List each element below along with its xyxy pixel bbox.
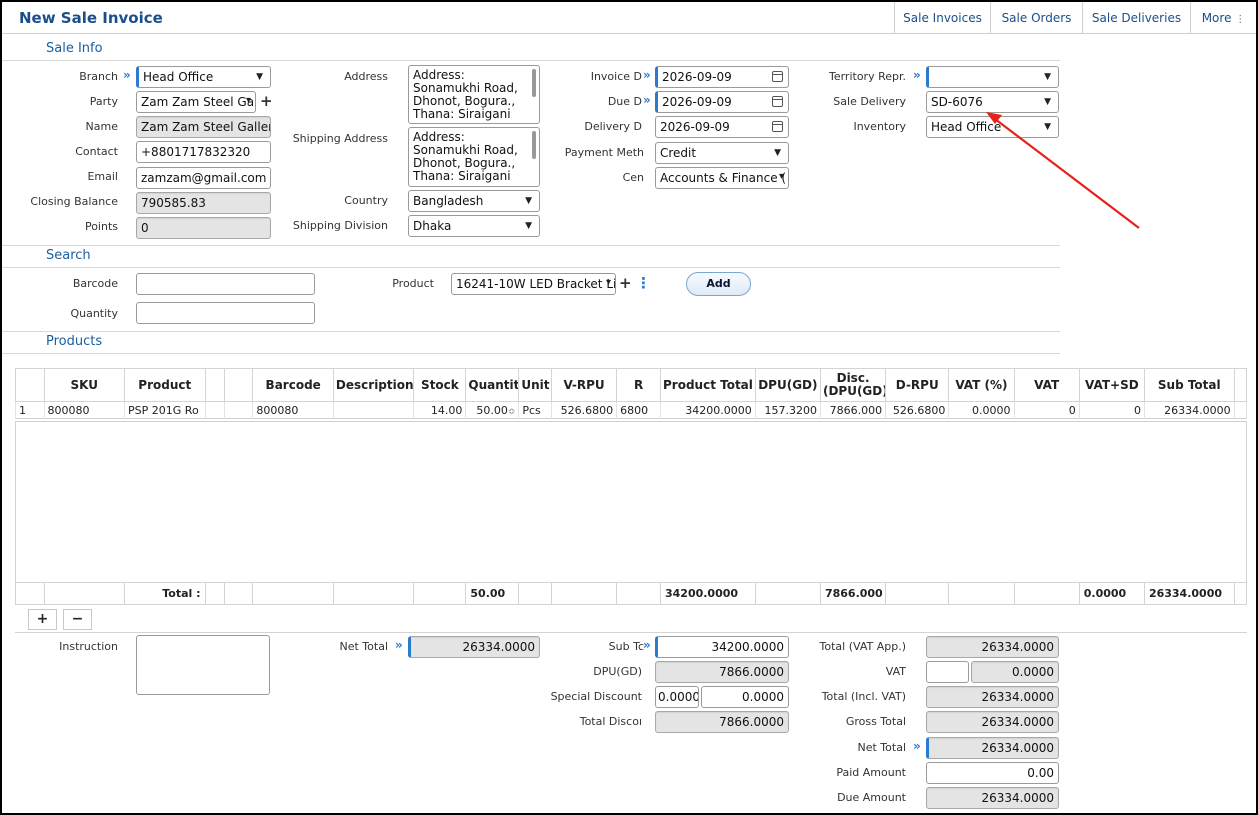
- annotation-arrow-icon: [986, 112, 1140, 229]
- app-window: New Sale Invoice Sale Invoices Sale Orde…: [2, 2, 1256, 813]
